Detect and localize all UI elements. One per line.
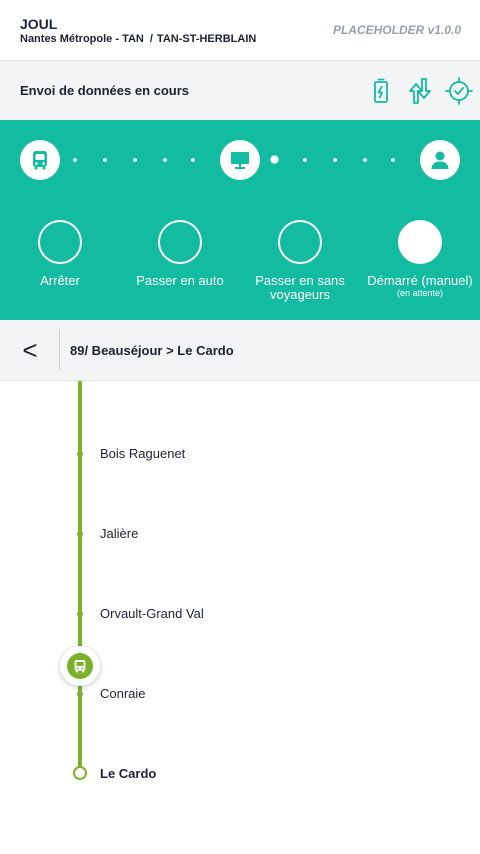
bus-icon xyxy=(74,660,86,673)
network-separator: / xyxy=(149,33,153,45)
link-dot xyxy=(303,158,307,162)
terminus-dot xyxy=(73,766,87,780)
network-name: Nantes Métropole - TAN xyxy=(20,33,144,45)
stop-label[interactable]: Conraie xyxy=(100,686,146,701)
route-bar: < 89/ Beauséjour > Le Cardo xyxy=(0,320,480,381)
link-dot xyxy=(391,158,395,162)
gps-target-icon xyxy=(444,76,474,106)
app-name: JOUL xyxy=(20,16,58,32)
stop-dot xyxy=(77,451,83,457)
stop-dot xyxy=(77,611,83,617)
active-link-dot xyxy=(271,156,278,163)
link-dot xyxy=(103,158,107,162)
divider xyxy=(59,330,60,370)
user-icon xyxy=(431,151,449,169)
link-dot xyxy=(333,158,337,162)
action-circle xyxy=(158,220,202,264)
server-node xyxy=(220,140,260,180)
link-dot xyxy=(191,158,195,162)
battery-charging-icon xyxy=(366,76,396,106)
version-label: PLACEHOLDER v1.0.0 xyxy=(332,23,461,37)
stop-label[interactable]: Orvault-Grand Val xyxy=(100,606,204,621)
stop-service-button[interactable]: Arrêter xyxy=(0,220,120,288)
data-transfer-icon xyxy=(405,76,435,106)
action-circle xyxy=(38,220,82,264)
status-text: Envoi de données en cours xyxy=(20,83,190,98)
switch-auto-button[interactable]: Passer en auto xyxy=(120,220,240,288)
vehicle-node xyxy=(20,140,60,180)
stop-dot xyxy=(77,691,83,697)
route-line xyxy=(78,381,82,769)
switch-no-passengers-button[interactable]: Passer en sans voyageurs xyxy=(240,220,360,302)
link-dot xyxy=(73,158,77,162)
stop-dot xyxy=(77,531,83,537)
link-dot xyxy=(133,158,137,162)
app-header: JOUL Nantes Métropole - TAN / TAN-ST-HERBL… xyxy=(0,0,480,60)
stop-label[interactable]: Jalière xyxy=(100,526,138,541)
action-circle-active xyxy=(398,220,442,264)
action-circle xyxy=(278,220,322,264)
site-name: TAN-ST-HERBLAIN xyxy=(156,33,257,45)
status-bar: Envoi de données en cours xyxy=(0,60,480,120)
link-dot xyxy=(163,158,167,162)
terminus-label[interactable]: Le Cardo xyxy=(100,766,156,781)
link-dot xyxy=(363,158,367,162)
vehicle-position-inner xyxy=(67,653,93,679)
started-manual-button[interactable]: Démarré (manuel) (en attente) xyxy=(360,220,480,299)
bus-icon xyxy=(33,151,47,170)
vehicle-position-marker xyxy=(60,646,100,686)
network-info: Nantes Métropole - TAN / TAN-ST-HERBLAIN xyxy=(20,33,256,45)
driver-node xyxy=(420,140,460,180)
back-button[interactable]: < xyxy=(0,320,60,381)
action-label: Passer en sans voyageurs xyxy=(255,273,345,302)
route-title: 89/ Beauséjour > Le Cardo xyxy=(70,343,234,358)
action-label: Passer en auto xyxy=(136,273,224,288)
action-label: Démarré (manuel) xyxy=(367,273,473,288)
monitor-icon xyxy=(231,152,249,169)
action-label: Arrêter xyxy=(40,273,80,288)
action-sublabel: (en attente) xyxy=(396,288,444,298)
service-panel: Arrêter Passer en auto Passer en sans vo… xyxy=(0,120,480,320)
stop-label[interactable]: Bois Raguenet xyxy=(100,446,185,461)
